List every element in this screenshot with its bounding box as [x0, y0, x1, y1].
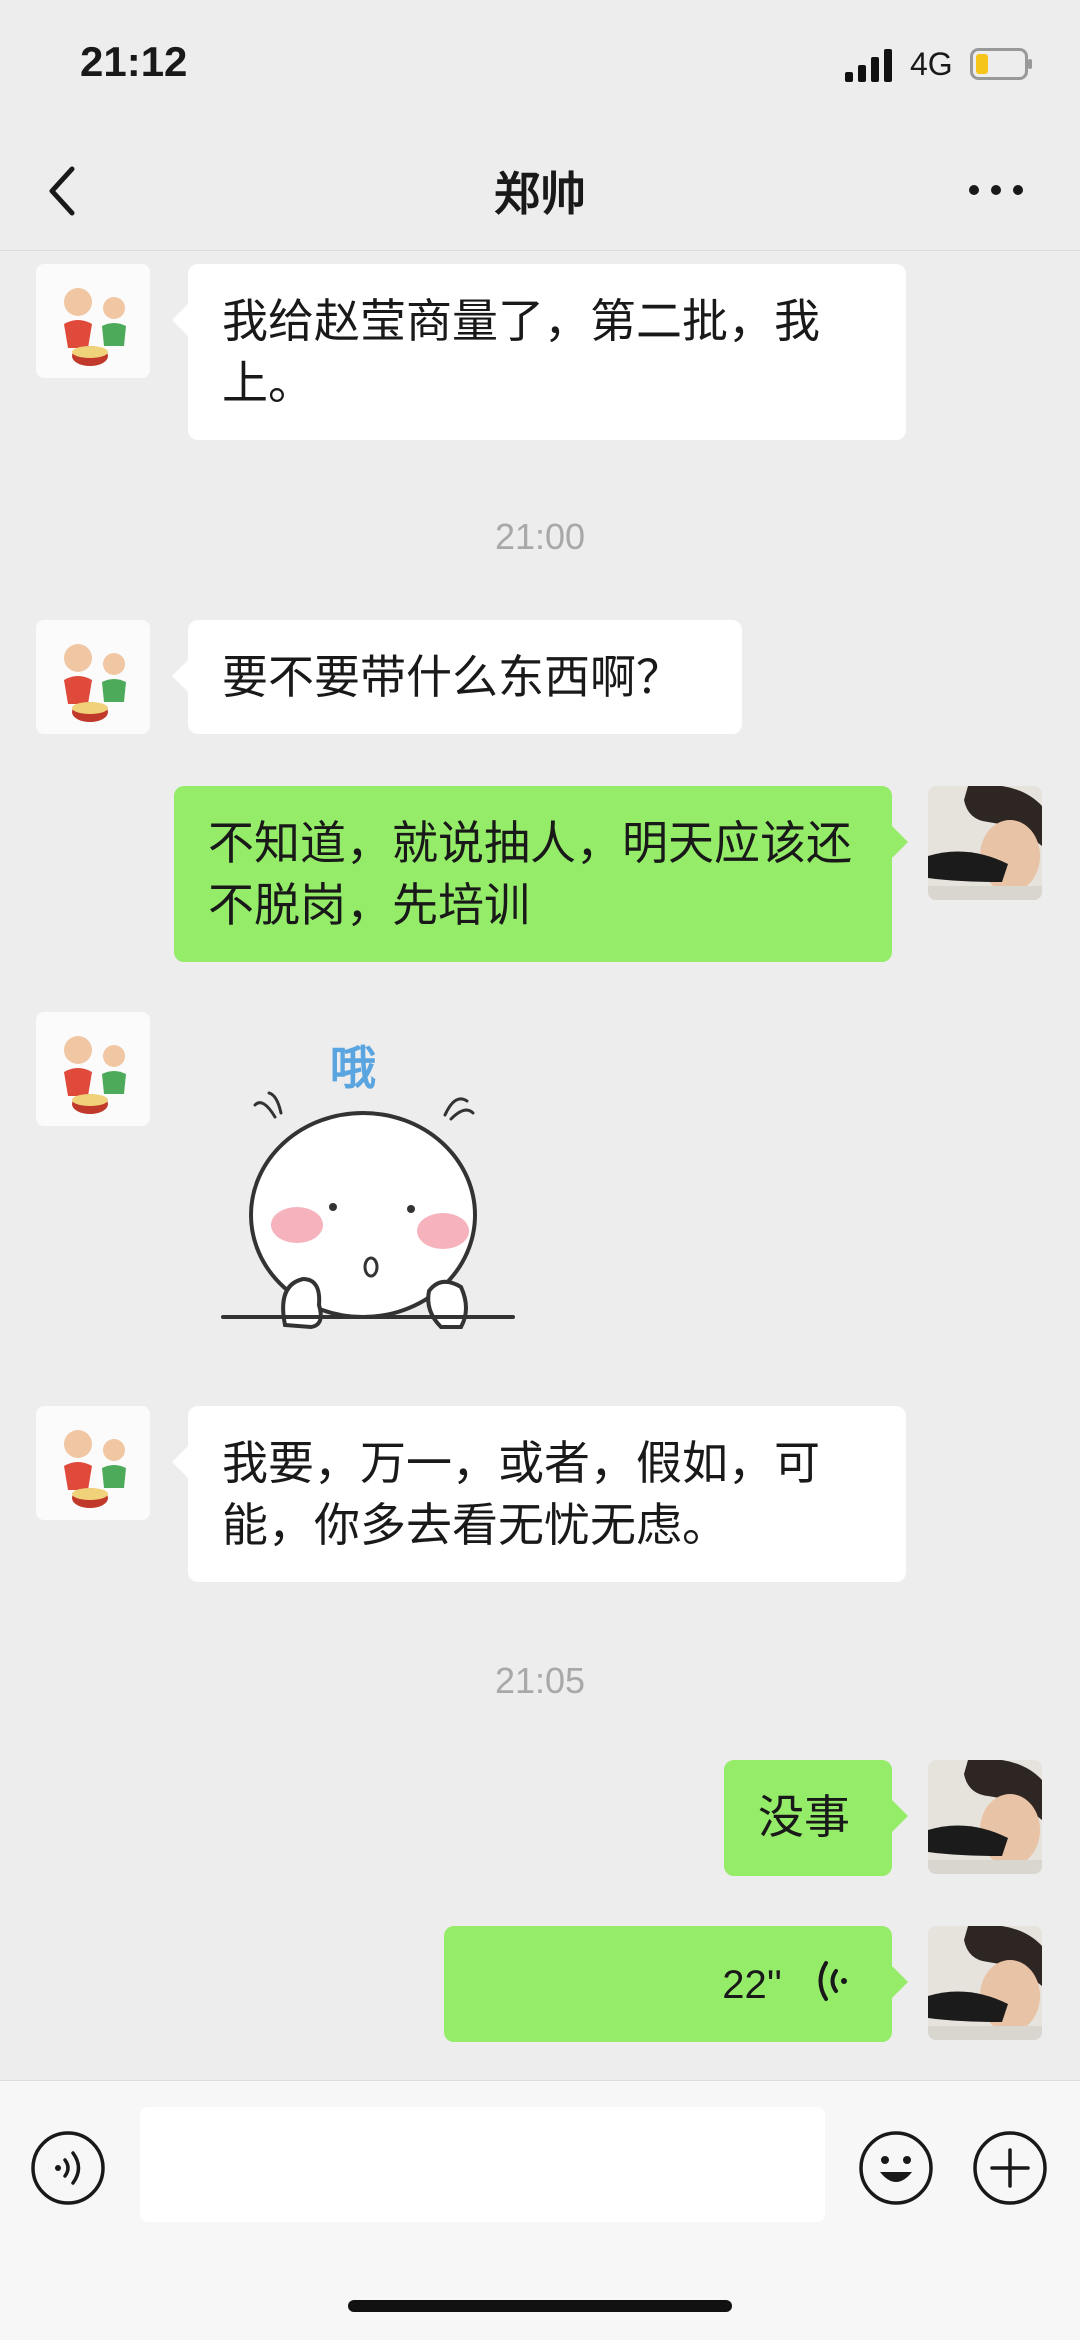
home-indicator	[348, 2300, 732, 2312]
message-bubble[interactable]: 我给赵莹商量了，第二批，我上。	[172, 264, 906, 440]
network-label: 4G	[910, 46, 953, 82]
chat-title: 郑帅	[494, 167, 586, 221]
message-text: 没事	[758, 1790, 850, 1844]
timestamp-divider: 21:05	[494, 1660, 586, 1701]
my-avatar[interactable]	[928, 786, 1042, 900]
contact-avatar[interactable]	[36, 1012, 150, 1126]
battery-icon	[970, 48, 1032, 80]
contact-avatar[interactable]	[36, 1406, 150, 1520]
plus-icon[interactable]	[972, 2130, 1048, 2206]
profile-photo-avatar-icon	[928, 1760, 1042, 1874]
message-bubble[interactable]: 不知道，就说抽人，明天应该还不脱岗，先培训	[174, 786, 908, 962]
sticker-bun-icon[interactable]	[215, 1035, 520, 1335]
message-text: 我给赵莹商量了，第二批，我上。	[222, 294, 820, 410]
message-text: 不知道，就说抽人，明天应该还不脱岗，先培训	[208, 816, 852, 932]
message-text: 要不要带什么东西啊？	[222, 650, 682, 704]
message-bubble[interactable]: 要不要带什么东西啊？	[172, 620, 742, 734]
my-avatar[interactable]	[928, 1760, 1042, 1874]
voice-duration: 22''	[722, 1963, 782, 2007]
status-time: 21:12	[80, 38, 188, 85]
contact-avatar[interactable]	[36, 264, 150, 378]
input-bar	[0, 2080, 1080, 2340]
emoji-icon[interactable]	[858, 2130, 934, 2206]
profile-photo-avatar-icon	[928, 1926, 1042, 2040]
status-bar: 21:12 4G	[0, 0, 1080, 130]
voice-wave-icon	[818, 1961, 847, 2001]
voice-message-bubble[interactable]: 22''	[444, 1926, 908, 2042]
cartoon-kids-avatar-icon	[36, 1406, 150, 1520]
cartoon-kids-avatar-icon	[36, 264, 150, 378]
message-text: 我要，万一，或者，假如，可能，你多去看无忧无虑。	[222, 1436, 820, 1552]
message-input[interactable]	[140, 2107, 825, 2222]
message-bubble[interactable]: 没事	[724, 1760, 908, 1876]
voice-input-icon[interactable]	[30, 2130, 106, 2206]
contact-avatar[interactable]	[36, 620, 150, 734]
cartoon-kids-avatar-icon	[36, 1012, 150, 1126]
cartoon-kids-avatar-icon	[36, 620, 150, 734]
profile-photo-avatar-icon	[928, 786, 1042, 900]
signal-icon	[845, 49, 892, 82]
more-icon[interactable]	[966, 172, 1026, 208]
chat-header: 郑帅	[0, 130, 1080, 251]
message-bubble[interactable]: 我要，万一，或者，假如，可能，你多去看无忧无虑。	[172, 1406, 906, 1582]
my-avatar[interactable]	[928, 1926, 1042, 2040]
timestamp-divider: 21:00	[494, 516, 586, 557]
